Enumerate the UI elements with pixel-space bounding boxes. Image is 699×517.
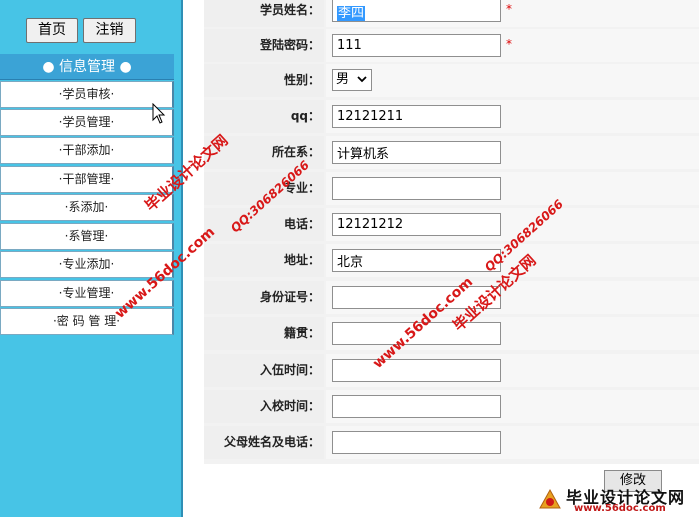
field-label: 登陆密码： (204, 29, 324, 62)
field-label: 入校时间： (204, 390, 324, 423)
required-mark: * (506, 2, 512, 16)
gender-select[interactable]: 男 (332, 69, 372, 91)
form-row-gender: 性别： 男 (204, 64, 699, 97)
phone-input[interactable] (332, 213, 501, 236)
address-input[interactable] (332, 249, 501, 272)
required-mark: * (506, 37, 512, 51)
site-logo-watermark: 毕业设计论文网 www.56doc.com (536, 484, 699, 517)
logo-url: www.56doc.com (574, 503, 666, 514)
field-label: qq： (204, 100, 324, 133)
form-row-enlist-date: 入伍时间： (204, 354, 699, 387)
major-input[interactable] (332, 177, 501, 200)
enroll-date-input[interactable] (332, 395, 501, 418)
menu-item-dept-manage[interactable]: ·系管理· (0, 223, 174, 250)
menu-item-password-manage[interactable]: ·密 码 管 理· (0, 308, 174, 335)
logout-button[interactable]: 注销 (83, 18, 136, 43)
parents-info-input[interactable] (332, 431, 501, 454)
department-input[interactable] (332, 141, 501, 164)
form-row-name: 学员姓名： 李四 * (204, 0, 699, 27)
student-edit-form: 学员姓名： 李四 * 登陆密码： * 性别： 男 qq： 所在系： 专业： (204, 0, 699, 464)
student-name-input[interactable]: 李四 (332, 0, 501, 22)
menu-item-student-review[interactable]: ·学员审核· (0, 81, 174, 108)
field-label: 电话： (204, 208, 324, 241)
chevron-down-icon (357, 76, 367, 83)
form-row-password: 登陆密码： * (204, 29, 699, 62)
field-label: 性别： (204, 64, 324, 97)
menu-item-cadre-manage[interactable]: ·干部管理· (0, 166, 174, 193)
field-label: 身份证号： (204, 281, 324, 314)
menu-item-student-manage[interactable]: ·学员管理· (0, 109, 174, 136)
password-input[interactable] (332, 34, 501, 57)
sidebar: 首页 注销 ● 信息管理 ● ·学员审核· ·学员管理· ·干部添加· ·干部管… (0, 0, 181, 517)
field-label: 学员姓名： (204, 0, 324, 27)
menu-item-major-add[interactable]: ·专业添加· (0, 251, 174, 278)
qq-input[interactable] (332, 105, 501, 128)
field-label: 地址： (204, 244, 324, 277)
field-label: 籍贯： (204, 317, 324, 350)
enlist-date-input[interactable] (332, 359, 501, 382)
field-label: 入伍时间： (204, 354, 324, 387)
form-row-address: 地址： (204, 244, 699, 277)
form-row-enroll-date: 入校时间： (204, 390, 699, 423)
form-row-parents: 父母姓名及电话： (204, 426, 699, 459)
menu-header-info-management: ● 信息管理 ● (0, 54, 174, 80)
form-row-department: 所在系： (204, 136, 699, 169)
logo-icon (539, 488, 561, 509)
mouse-cursor-icon (152, 103, 166, 124)
menu-item-cadre-add[interactable]: ·干部添加· (0, 137, 174, 164)
gender-selected-value: 男 (336, 72, 350, 87)
field-label: 父母姓名及电话： (204, 426, 324, 459)
form-row-phone: 电话： (204, 208, 699, 241)
home-button[interactable]: 首页 (26, 18, 78, 43)
form-row-qq: qq： (204, 100, 699, 133)
